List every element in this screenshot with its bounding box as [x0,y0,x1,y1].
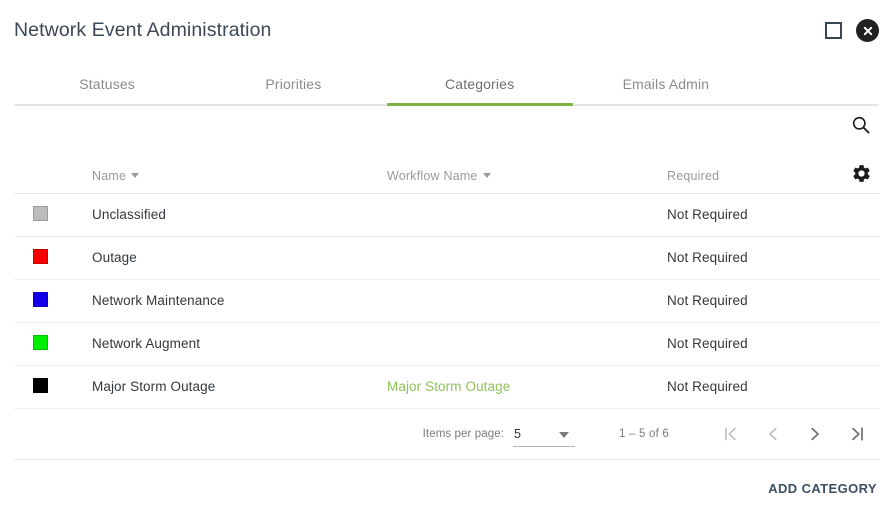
cell-workflow-name [387,322,667,366]
color-swatch [33,248,48,264]
network-event-administration-window: Network Event Administration Statuses Pr… [0,0,893,516]
cell-workflow-name [387,236,667,280]
sort-workflow-name[interactable]: Workflow Name [387,169,491,183]
table-row[interactable]: Major Storm Outage Major Storm Outage No… [14,365,880,409]
add-category-button[interactable]: ADD CATEGORY [766,473,879,504]
cell-workflow-name [387,279,667,323]
column-header-label: Name [92,168,127,183]
cell-required: Not Required [667,322,880,366]
cell-color [14,365,92,409]
chevron-down-icon [559,432,570,438]
cell-color [14,236,92,280]
first-page-button[interactable] [718,421,744,447]
column-header-color [14,106,92,194]
cell-color [14,279,92,323]
cell-color [14,322,92,366]
cell-color [14,193,92,237]
last-page-button[interactable] [844,421,870,447]
categories-table-container: Name Workflow Name Required Unclassified… [14,106,880,409]
chevron-down-icon [131,173,140,178]
table-paginator: Items per page: 5 1 – 5 of 6 [14,409,880,460]
next-page-button[interactable] [802,421,828,447]
tab-label: Categories [445,76,515,92]
color-swatch [33,377,48,393]
cell-workflow-name: Major Storm Outage [387,365,667,409]
cell-name: Outage [92,236,387,280]
sort-name[interactable]: Name [92,168,140,183]
table-header-row: Name Workflow Name Required [14,106,880,194]
table-row[interactable]: Outage Not Required [14,236,880,280]
table-header: Name Workflow Name Required [14,106,880,194]
table-body: Unclassified Not Required Outage Not Req… [14,193,880,409]
cell-required: Not Required [667,236,880,280]
workflow-link[interactable]: Major Storm Outage [387,379,510,394]
table-row[interactable]: Unclassified Not Required [14,193,880,237]
cell-required: Not Required [667,193,880,237]
color-swatch [33,205,48,221]
tab-emails-admin[interactable]: Emails Admin [573,62,759,106]
categories-table: Name Workflow Name Required Unclassified… [14,106,880,409]
tabs-row: Statuses Priorities Categories Emails Ad… [14,62,759,106]
pagination-buttons [718,421,870,447]
maximize-icon[interactable] [825,22,842,39]
cell-name: Major Storm Outage [92,365,387,409]
footer-actions: ADD CATEGORY [14,460,880,516]
column-header-required: Required [667,106,880,194]
tab-label: Statuses [79,76,135,92]
cell-required: Not Required [667,279,880,323]
color-swatch [33,291,48,307]
cell-workflow-name [387,193,667,237]
cell-name: Network Augment [92,322,387,366]
active-tab-indicator [386,103,573,106]
window-titlebar: Network Event Administration [0,0,893,62]
color-swatch [33,334,48,350]
column-header-name[interactable]: Name [92,106,387,194]
page-title: Network Event Administration [14,19,272,41]
tab-label: Priorities [265,76,322,92]
tab-label: Emails Admin [622,76,710,92]
table-row[interactable]: Network Maintenance Not Required [14,279,880,323]
cell-name: Network Maintenance [92,279,387,323]
tab-categories[interactable]: Categories [386,62,573,106]
column-header-label: Workflow Name [387,168,478,183]
previous-page-button[interactable] [760,421,786,447]
cell-name: Unclassified [92,193,387,237]
items-per-page-value: 5 [514,426,521,441]
items-per-page-label: Items per page: [422,428,505,440]
table-row[interactable]: Network Augment Not Required [14,322,880,366]
column-header-workflow-name[interactable]: Workflow Name [387,106,667,194]
tab-statuses[interactable]: Statuses [14,62,200,106]
tab-priorities[interactable]: Priorities [200,62,386,106]
column-header-label: Required [667,168,720,183]
window-controls [825,19,879,42]
tab-bar: Statuses Priorities Categories Emails Ad… [0,62,893,106]
close-circle-icon[interactable] [856,19,879,42]
page-range-label: 1 – 5 of 6 [619,428,669,440]
cell-required: Not Required [667,365,880,409]
items-per-page-select[interactable]: 5 [513,421,576,447]
chevron-down-icon [482,173,491,178]
